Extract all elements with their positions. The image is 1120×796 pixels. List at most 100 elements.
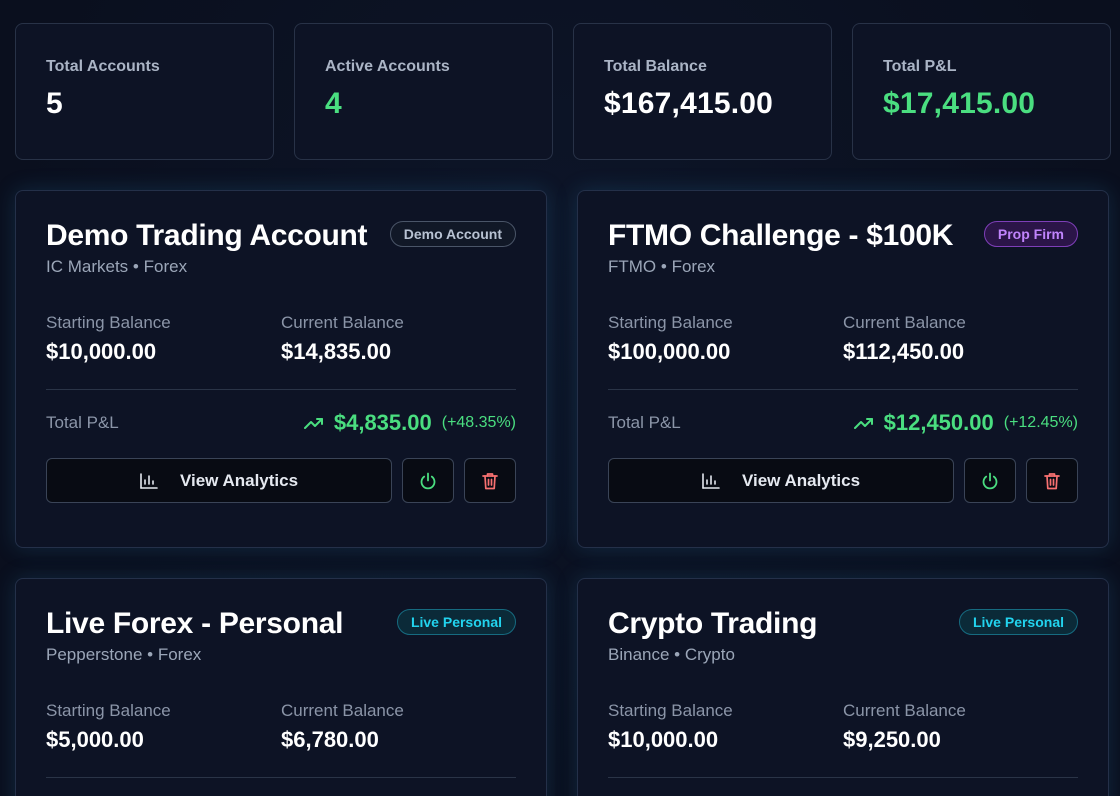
- account-subtitle: IC Markets • Forex: [46, 257, 367, 277]
- divider: [608, 389, 1078, 390]
- account-card-demo-trading: Demo Trading Account IC Markets • Forex …: [15, 190, 547, 548]
- account-broker: Pepperstone: [46, 645, 143, 664]
- pnl-row: Total P&L $4,835.00 (+48.35%): [46, 410, 516, 436]
- card-header: Live Forex - Personal Pepperstone • Fore…: [46, 607, 516, 665]
- delete-account-button[interactable]: [464, 458, 516, 503]
- subtitle-separator: •: [660, 257, 667, 276]
- stat-card-total-balance: Total Balance $167,415.00: [573, 23, 832, 160]
- account-type-badge: Live Personal: [396, 609, 516, 635]
- account-card-live-forex: Live Forex - Personal Pepperstone • Fore…: [15, 578, 547, 796]
- stat-value: 4: [325, 87, 342, 120]
- subtitle-separator: •: [147, 645, 154, 664]
- bar-chart-icon: [140, 472, 158, 489]
- current-balance-label: Current Balance: [843, 701, 966, 720]
- subtitle-separator: •: [132, 257, 139, 276]
- current-balance: Current Balance $112,450.00: [843, 313, 1078, 365]
- account-subtitle: Pepperstone • Forex: [46, 645, 343, 665]
- account-title: Crypto Trading: [608, 607, 818, 640]
- stat-label: Total Balance: [604, 58, 707, 75]
- starting-balance-value: $100,000.00: [608, 339, 731, 364]
- current-balance-label: Current Balance: [281, 701, 404, 720]
- account-title: FTMO Challenge - $100K: [608, 219, 954, 252]
- toggle-account-button[interactable]: [964, 458, 1016, 503]
- current-balance-value: $112,450.00: [843, 339, 965, 364]
- current-balance-value: $6,780.00: [281, 727, 379, 752]
- stat-card-total-pnl: Total P&L $17,415.00: [852, 23, 1111, 160]
- current-balance: Current Balance $9,250.00: [843, 701, 1078, 753]
- bar-chart-icon: [702, 472, 720, 489]
- pnl-summary: $4,835.00 (+48.35%): [303, 410, 516, 436]
- view-analytics-label: View Analytics: [179, 470, 299, 490]
- divider: [46, 777, 516, 778]
- view-analytics-button[interactable]: View Analytics: [46, 458, 392, 503]
- power-icon: [982, 472, 998, 489]
- account-broker: Binance: [608, 645, 670, 664]
- trash-icon: [1044, 472, 1060, 489]
- balance-row: Starting Balance $100,000.00 Current Bal…: [608, 313, 1078, 365]
- delete-account-button[interactable]: [1026, 458, 1078, 503]
- toggle-account-button[interactable]: [402, 458, 454, 503]
- trending-up-icon: [303, 418, 323, 429]
- card-header: FTMO Challenge - $100K FTMO • Forex Prop…: [608, 219, 1078, 277]
- pnl-label: Total P&L: [46, 413, 119, 432]
- view-analytics-label: View Analytics: [741, 470, 861, 490]
- account-subtitle: Binance • Crypto: [608, 645, 817, 665]
- starting-balance-label: Starting Balance: [46, 701, 171, 720]
- account-type-badge: Demo Account: [389, 221, 516, 247]
- pnl-percent: (+48.35%): [441, 414, 516, 431]
- account-market: Forex: [143, 257, 188, 276]
- stat-value: $17,415.00: [883, 87, 1036, 120]
- current-balance-label: Current Balance: [843, 313, 966, 332]
- starting-balance-value: $10,000.00: [46, 339, 157, 364]
- account-broker: FTMO: [608, 257, 657, 276]
- account-title: Live Forex - Personal: [46, 607, 344, 640]
- current-balance-value: $9,250.00: [843, 727, 941, 752]
- account-broker: IC Markets: [46, 257, 129, 276]
- trash-icon: [482, 472, 498, 489]
- balance-row: Starting Balance $10,000.00 Current Bala…: [46, 313, 516, 365]
- card-header: Crypto Trading Binance • Crypto Live Per…: [608, 607, 1078, 665]
- starting-balance: Starting Balance $100,000.00: [608, 313, 843, 365]
- account-subtitle: FTMO • Forex: [608, 257, 953, 277]
- stat-value: $167,415.00: [604, 87, 774, 120]
- stat-card-active-accounts: Active Accounts 4: [294, 23, 553, 160]
- divider: [608, 777, 1078, 778]
- starting-balance-label: Starting Balance: [46, 313, 171, 332]
- pnl-value: $12,450.00: [883, 410, 994, 435]
- card-header: Demo Trading Account IC Markets • Forex …: [46, 219, 516, 277]
- starting-balance-label: Starting Balance: [608, 701, 733, 720]
- view-analytics-button[interactable]: View Analytics: [608, 458, 954, 503]
- account-type-badge: Prop Firm: [983, 221, 1078, 247]
- account-card-crypto-trading: Crypto Trading Binance • Crypto Live Per…: [577, 578, 1109, 796]
- current-balance: Current Balance $6,780.00: [281, 701, 516, 753]
- power-icon: [420, 472, 436, 489]
- pnl-summary: $12,450.00 (+12.45%): [853, 410, 1078, 436]
- account-type-badge: Live Personal: [958, 609, 1078, 635]
- starting-balance-value: $5,000.00: [46, 727, 144, 752]
- stat-label: Total P&L: [883, 58, 957, 75]
- account-market: Forex: [157, 645, 202, 664]
- action-row: View Analytics: [46, 458, 516, 503]
- pnl-value: $4,835.00: [333, 410, 432, 435]
- current-balance-value: $14,835.00: [281, 339, 392, 364]
- stat-label: Total Accounts: [46, 58, 160, 75]
- starting-balance-label: Starting Balance: [608, 313, 733, 332]
- balance-row: Starting Balance $5,000.00 Current Balan…: [46, 701, 516, 753]
- pnl-label: Total P&L: [608, 413, 681, 432]
- account-card-ftmo-challenge: FTMO Challenge - $100K FTMO • Forex Prop…: [577, 190, 1109, 548]
- pnl-percent: (+12.45%): [1003, 414, 1078, 431]
- current-balance-label: Current Balance: [281, 313, 404, 332]
- subtitle-separator: •: [674, 645, 681, 664]
- divider: [46, 389, 516, 390]
- starting-balance: Starting Balance $10,000.00: [608, 701, 843, 753]
- stats-row: Total Accounts 5 Active Accounts 4 Total…: [15, 23, 1111, 160]
- starting-balance: Starting Balance $5,000.00: [46, 701, 281, 753]
- stat-card-total-accounts: Total Accounts 5: [15, 23, 274, 160]
- trending-up-icon: [853, 418, 873, 429]
- starting-balance-value: $10,000.00: [608, 727, 719, 752]
- account-market: Crypto: [684, 645, 735, 664]
- account-market: Forex: [671, 257, 716, 276]
- stat-value: 5: [46, 87, 63, 120]
- action-row: View Analytics: [608, 458, 1078, 503]
- starting-balance: Starting Balance $10,000.00: [46, 313, 281, 365]
